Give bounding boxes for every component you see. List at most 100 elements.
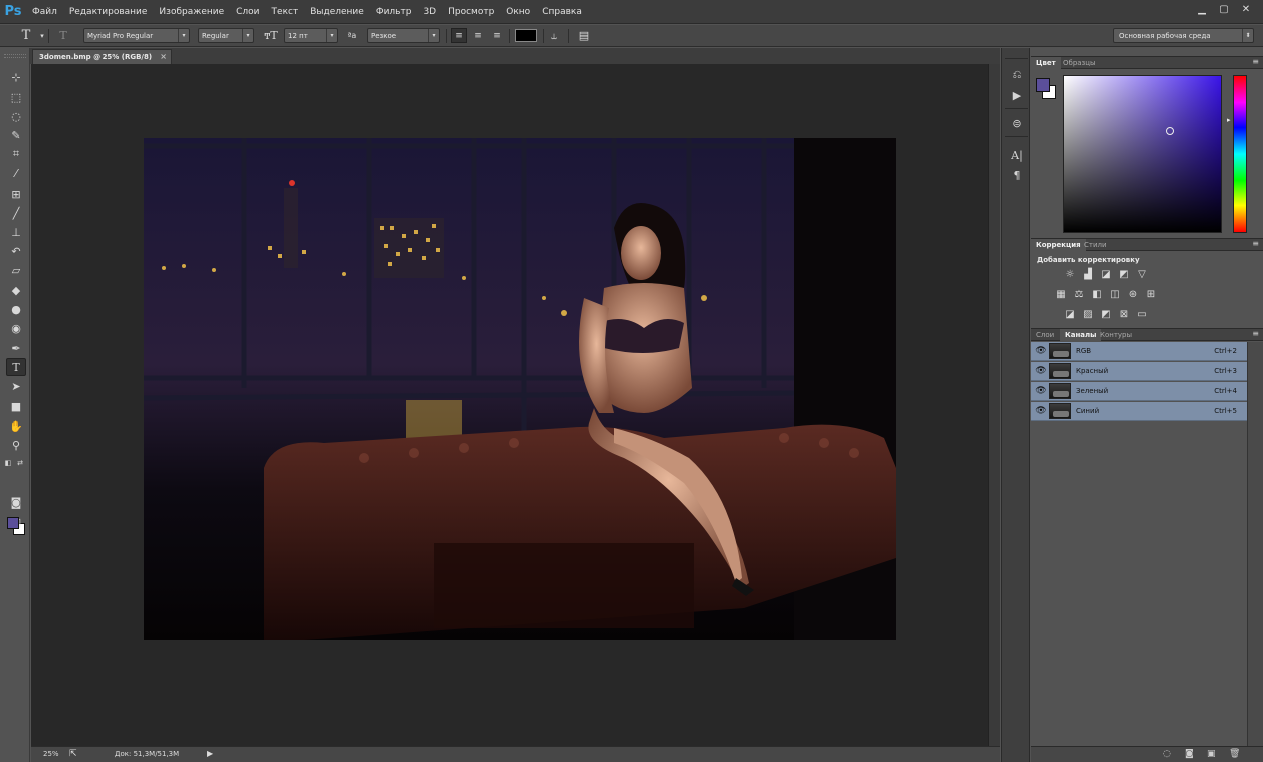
text-color-swatch[interactable] <box>515 29 537 42</box>
menu-layers[interactable]: Слои <box>230 7 265 17</box>
canvas-area[interactable] <box>31 64 988 746</box>
antialias-select[interactable]: Резкое ▾ <box>367 28 440 43</box>
eye-icon[interactable]: 👁 <box>1035 366 1047 376</box>
black-white-icon[interactable]: ◧ <box>1090 288 1104 300</box>
blur-icon[interactable]: ● <box>6 300 26 318</box>
vibrance-icon[interactable]: ▽ <box>1135 268 1149 280</box>
align-left-icon[interactable]: ≡ <box>451 28 467 43</box>
close-tab-icon[interactable]: × <box>160 52 167 61</box>
menu-view[interactable]: Просмотр <box>442 7 500 17</box>
align-center-icon[interactable]: ≡ <box>470 28 486 43</box>
healing-brush-icon[interactable]: ⊞ <box>6 185 26 203</box>
foreground-color-swatch[interactable] <box>7 517 19 529</box>
tab-swatches[interactable]: Образцы <box>1058 57 1101 69</box>
menu-image[interactable]: Изображение <box>153 7 230 17</box>
warp-text-icon[interactable]: ⥿ <box>546 28 562 43</box>
type-icon[interactable]: T <box>6 358 26 376</box>
character-panel-toggle-icon[interactable]: ▤ <box>576 28 592 43</box>
channel-row-green[interactable]: 👁 Зеленый Ctrl+4 <box>1031 382 1247 401</box>
eye-icon[interactable]: 👁 <box>1035 346 1047 356</box>
panel-menu-icon[interactable]: ≡ <box>1252 239 1259 248</box>
history-brush-icon[interactable]: ↶ <box>6 242 26 260</box>
menu-3d[interactable]: 3D <box>417 7 442 17</box>
text-orientation-icon[interactable]: T <box>55 28 71 43</box>
move-icon[interactable]: ⊹ <box>6 68 26 86</box>
align-right-icon[interactable]: ≡ <box>489 28 505 43</box>
invert-icon[interactable]: ◪ <box>1063 308 1077 320</box>
brightness-icon[interactable]: ☼ <box>1063 268 1077 280</box>
color-picker-field[interactable] <box>1063 75 1222 233</box>
menu-select[interactable]: Выделение <box>304 7 370 17</box>
gradient-map-icon[interactable]: ▭ <box>1135 308 1149 320</box>
panel-menu-icon[interactable]: ≡ <box>1252 329 1259 338</box>
color-balance-icon[interactable]: ⚖ <box>1072 288 1086 300</box>
tab-paths[interactable]: Контуры <box>1095 329 1137 341</box>
channels-scrollbar[interactable] <box>1247 342 1263 746</box>
load-selection-icon[interactable]: ◌ <box>1163 749 1171 759</box>
dodge-icon[interactable]: ◉ <box>6 319 26 337</box>
exposure-icon[interactable]: ◩ <box>1117 268 1131 280</box>
eraser-icon[interactable]: ▱ <box>6 261 26 279</box>
color-picker-cursor[interactable] <box>1166 127 1174 135</box>
document-image[interactable] <box>144 138 896 640</box>
color-lookup-icon[interactable]: ⊞ <box>1144 288 1158 300</box>
new-channel-icon[interactable]: ▣ <box>1207 749 1216 759</box>
actions-icon[interactable]: ▶ <box>1007 86 1027 104</box>
threshold-icon[interactable]: ◩ <box>1099 308 1113 320</box>
menu-type[interactable]: Текст <box>266 7 305 17</box>
curves-icon[interactable]: ◪ <box>1099 268 1113 280</box>
posterize-icon[interactable]: ▨ <box>1081 308 1095 320</box>
selective-color-icon[interactable]: ⊠ <box>1117 308 1131 320</box>
status-menu-arrow-icon[interactable]: ▶ <box>207 749 213 758</box>
type-tool-preset-icon[interactable]: T <box>18 28 34 43</box>
default-colors-icon[interactable]: ◧ <box>3 454 13 472</box>
hue-saturation-icon[interactable]: ▦ <box>1054 288 1068 300</box>
menu-filter[interactable]: Фильтр <box>370 7 418 17</box>
save-selection-icon[interactable]: ◙ <box>1185 749 1194 759</box>
menu-help[interactable]: Справка <box>536 7 588 17</box>
character-icon[interactable]: A| <box>1007 146 1027 164</box>
rectangle-icon[interactable]: ■ <box>6 397 26 415</box>
marquee-icon[interactable]: ⬚ <box>6 88 26 106</box>
eye-icon[interactable]: 👁 <box>1035 386 1047 396</box>
trash-icon[interactable]: 🗑 <box>1229 749 1240 759</box>
canvas-vertical-scrollbar[interactable] <box>988 64 1000 746</box>
zoom-level[interactable]: 25% <box>43 750 59 758</box>
workspace-select[interactable]: Основная рабочая среда ⬍ <box>1113 28 1254 43</box>
panel-menu-icon[interactable]: ≡ <box>1252 57 1259 66</box>
toolbox-grip[interactable] <box>4 54 26 58</box>
channel-mixer-icon[interactable]: ⊛ <box>1126 288 1140 300</box>
hue-slider-arrow-icon[interactable]: ▸ <box>1227 116 1231 124</box>
history-icon[interactable]: ⎌ <box>1007 66 1027 84</box>
photo-filter-icon[interactable]: ◫ <box>1108 288 1122 300</box>
font-size-select[interactable]: 12 пт ▾ <box>284 28 338 43</box>
channel-row-blue[interactable]: 👁 Синий Ctrl+5 <box>1031 402 1247 421</box>
paint-bucket-icon[interactable]: ◆ <box>6 281 26 299</box>
levels-icon[interactable]: ▟ <box>1081 268 1095 280</box>
pen-icon[interactable]: ✒ <box>6 339 26 357</box>
lasso-icon[interactable]: ◌ <box>6 107 26 125</box>
minimize-button[interactable]: ▁ <box>1193 2 1211 16</box>
tab-adjustments[interactable]: Коррекция <box>1031 239 1086 251</box>
hand-icon[interactable]: ✋ <box>6 417 26 435</box>
menu-edit[interactable]: Редактирование <box>63 7 154 17</box>
clone-stamp-icon[interactable]: ⊥ <box>6 223 26 241</box>
paragraph-icon[interactable]: ¶ <box>1007 166 1027 184</box>
brush-icon[interactable]: ╱ <box>6 204 26 222</box>
eyedropper-icon[interactable]: ⁄ <box>6 164 26 182</box>
close-button[interactable]: ✕ <box>1237 2 1255 16</box>
menu-file[interactable]: Файл <box>26 7 63 17</box>
export-icon[interactable]: ⇱ <box>69 749 77 759</box>
tool-presets-icon[interactable]: ⊜ <box>1007 114 1027 132</box>
quick-mask-icon[interactable]: ◙ <box>6 493 26 511</box>
channel-row-rgb[interactable]: 👁 RGB Ctrl+2 <box>1031 342 1247 361</box>
tab-layers[interactable]: Слои <box>1031 329 1059 341</box>
color-foreground-swatch[interactable] <box>1036 78 1050 92</box>
menu-window[interactable]: Окно <box>500 7 536 17</box>
path-select-icon[interactable]: ➤ <box>6 377 26 395</box>
tab-color[interactable]: Цвет <box>1031 57 1061 69</box>
document-tab[interactable]: 3domen.bmp @ 25% (RGB/8) × <box>32 49 172 64</box>
tab-styles[interactable]: Стили <box>1079 239 1112 251</box>
swap-colors-icon[interactable]: ⇄ <box>15 454 25 472</box>
eye-icon[interactable]: 👁 <box>1035 406 1047 416</box>
